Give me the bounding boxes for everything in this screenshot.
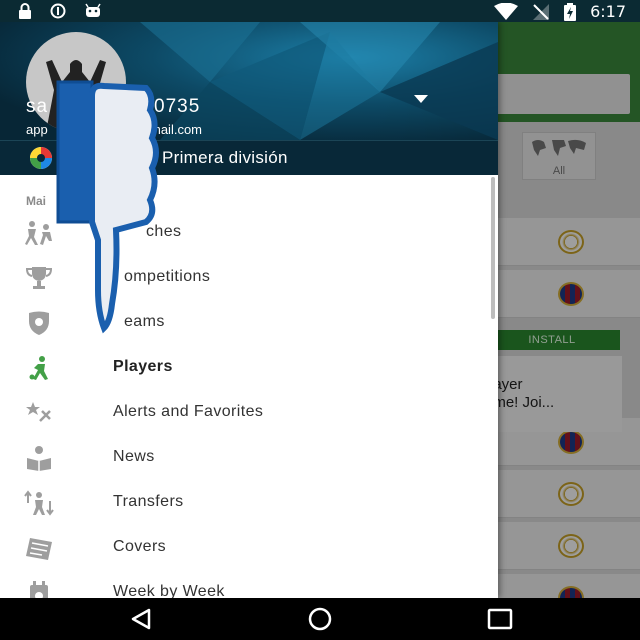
trophy-icon xyxy=(24,264,54,292)
user-name-tail: 0735 xyxy=(154,96,201,117)
menu-item-label: ches xyxy=(146,223,182,240)
menu-item-label: Transfers xyxy=(113,493,184,510)
menu-item-label: Players xyxy=(113,358,173,375)
menu-item-alerts-favorites[interactable]: Alerts and Favorites xyxy=(0,391,490,436)
menu-item-matches[interactable]: ches xyxy=(0,211,490,256)
sync-icon xyxy=(50,3,66,19)
menu-item-transfers[interactable]: Transfers xyxy=(0,481,490,526)
menu-item-players[interactable]: Players xyxy=(0,346,490,391)
clock: 6:17 xyxy=(590,2,626,21)
menu-item-label: ompetitions xyxy=(124,268,211,285)
system-nav-bar xyxy=(0,598,640,640)
battery-charging-icon xyxy=(564,2,577,21)
news-icon xyxy=(24,444,54,472)
status-bar: 6:17 xyxy=(0,0,640,22)
recents-button[interactable] xyxy=(486,607,514,631)
menu-item-week-by-week[interactable]: Week by Week xyxy=(0,571,490,598)
drawer-menu: Mai ches ompetitions eams Players Alerts… xyxy=(0,175,498,598)
menu-item-label: eams xyxy=(124,313,165,330)
drawer-scrollbar[interactable] xyxy=(491,177,495,319)
menu-item-label: Alerts and Favorites xyxy=(113,403,264,420)
drawer-header: sa 0735 app mail.com xyxy=(0,22,498,140)
menu-item-news[interactable]: News xyxy=(0,436,490,481)
android-icon xyxy=(84,3,102,19)
menu-item-label: Week by Week xyxy=(113,583,225,598)
menu-item-label: News xyxy=(113,448,155,465)
league-logo-icon xyxy=(26,146,56,170)
account-dropdown-icon[interactable] xyxy=(412,92,430,104)
covers-icon xyxy=(24,534,54,562)
lock-icon xyxy=(18,3,32,19)
user-email-tail: mail.com xyxy=(150,122,203,137)
shield-icon xyxy=(24,309,54,337)
matches-icon xyxy=(24,219,54,247)
transfers-icon xyxy=(24,489,54,517)
alerts-icon xyxy=(24,399,54,427)
menu-item-label: Covers xyxy=(113,538,167,555)
calendar-icon xyxy=(24,579,54,598)
menu-item-competitions[interactable]: ompetitions xyxy=(0,256,490,301)
user-email: app xyxy=(26,122,48,137)
menu-item-covers[interactable]: Covers xyxy=(0,526,490,571)
navigation-drawer: sa 0735 app mail.com Primera división Ma… xyxy=(0,22,498,598)
menu-item-teams[interactable]: eams xyxy=(0,301,490,346)
section-label: Mai xyxy=(26,194,47,208)
wifi-icon xyxy=(494,2,519,21)
no-signal-icon xyxy=(532,3,550,21)
home-button[interactable] xyxy=(306,607,334,631)
player-icon xyxy=(24,354,54,382)
user-name: sa xyxy=(26,96,49,117)
league-selector[interactable]: Primera división xyxy=(0,140,498,175)
back-button[interactable] xyxy=(127,607,155,631)
league-name: Primera división xyxy=(162,148,288,167)
